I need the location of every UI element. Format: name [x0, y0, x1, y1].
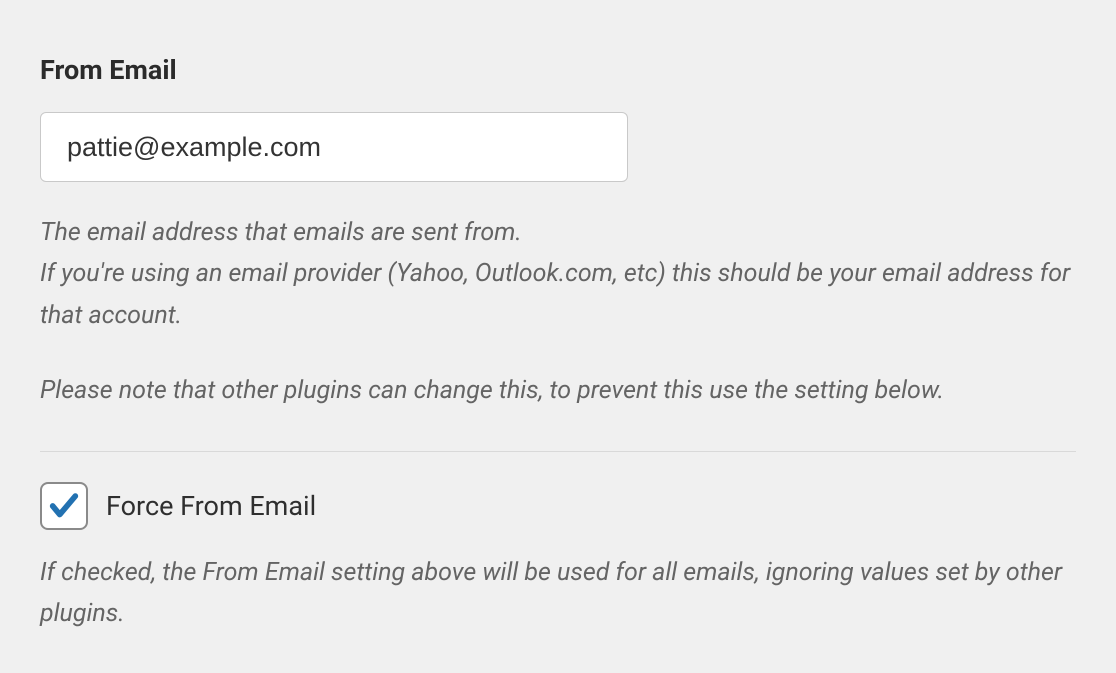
from-email-description-2: Please note that other plugins can chang… — [40, 370, 1076, 411]
from-email-description-1: The email address that emails are sent f… — [40, 212, 1076, 336]
force-from-email-label[interactable]: Force From Email — [106, 490, 316, 522]
checkmark-icon — [47, 489, 81, 523]
force-from-email-checkbox[interactable] — [40, 482, 88, 530]
from-email-section: From Email The email address that emails… — [40, 54, 1076, 635]
from-email-heading: From Email — [40, 54, 1076, 86]
from-email-input[interactable] — [40, 112, 628, 182]
force-from-email-row: Force From Email — [40, 482, 1076, 530]
section-divider — [40, 451, 1076, 452]
force-from-email-description: If checked, the From Email setting above… — [40, 552, 1076, 635]
